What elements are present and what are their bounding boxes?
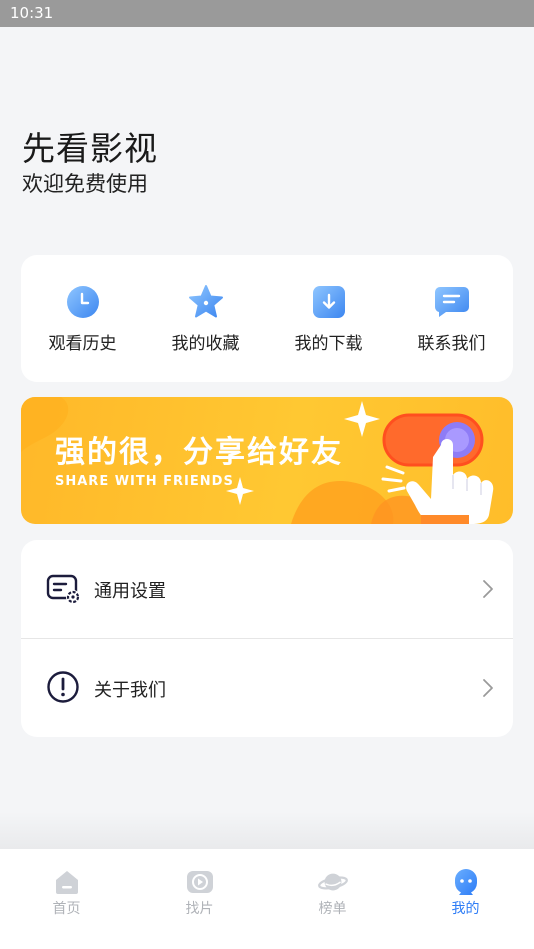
play-icon bbox=[185, 867, 215, 897]
tab-label: 找片 bbox=[185, 901, 214, 917]
quick-action-label: 联系我们 bbox=[417, 334, 486, 354]
tab-label: 榜单 bbox=[318, 901, 347, 917]
app-title: 先看影视 bbox=[22, 129, 158, 168]
tab-home[interactable]: 首页 bbox=[0, 849, 133, 929]
profile-icon bbox=[451, 867, 481, 897]
chevron-right-icon bbox=[481, 677, 495, 699]
settings-card: 通用设置 关于我们 bbox=[21, 540, 513, 737]
bottom-fade bbox=[0, 812, 534, 849]
quick-action-label: 我的收藏 bbox=[171, 334, 240, 354]
banner-title: 强的很，分享给好友 bbox=[55, 435, 343, 470]
home-icon bbox=[52, 867, 82, 897]
settings-row-label: 通用设置 bbox=[94, 581, 166, 602]
tab-label: 我的 bbox=[451, 901, 480, 917]
info-icon bbox=[46, 670, 82, 706]
download-icon bbox=[311, 284, 347, 320]
planet-icon bbox=[317, 867, 348, 897]
quick-action-label: 我的下载 bbox=[294, 334, 363, 354]
clock-icon bbox=[65, 284, 101, 320]
tab-label: 首页 bbox=[52, 901, 81, 917]
banner-subtitle: SHARE WITH FRIENDS bbox=[55, 474, 234, 489]
quick-actions-card: 观看历史 我的收藏 我的下载 联系我们 bbox=[21, 255, 513, 382]
settings-row-about[interactable]: 关于我们 bbox=[21, 639, 513, 737]
bottom-tab-bar: 首页 找片 榜单 我的 bbox=[0, 849, 534, 949]
quick-action-favorites[interactable]: 我的收藏 bbox=[144, 255, 267, 382]
chat-icon bbox=[434, 284, 470, 320]
settings-row-label: 关于我们 bbox=[94, 680, 166, 701]
quick-action-label: 观看历史 bbox=[48, 334, 117, 354]
settings-row-general[interactable]: 通用设置 bbox=[21, 540, 513, 639]
quick-action-downloads[interactable]: 我的下载 bbox=[267, 255, 390, 382]
tab-mine[interactable]: 我的 bbox=[399, 849, 532, 929]
app-subtitle: 欢迎免费使用 bbox=[22, 172, 148, 196]
quick-action-contact[interactable]: 联系我们 bbox=[390, 255, 513, 382]
status-time: 10:31 bbox=[10, 4, 54, 22]
quick-action-history[interactable]: 观看历史 bbox=[21, 255, 144, 382]
status-bar: 10:31 bbox=[0, 0, 534, 27]
tab-rankings[interactable]: 榜单 bbox=[266, 849, 399, 929]
chevron-right-icon bbox=[481, 578, 495, 600]
settings-icon bbox=[46, 571, 82, 607]
star-icon bbox=[188, 284, 224, 320]
share-banner[interactable]: 强的很，分享给好友 SHARE WITH FRIENDS bbox=[21, 397, 513, 524]
tab-find[interactable]: 找片 bbox=[133, 849, 266, 929]
